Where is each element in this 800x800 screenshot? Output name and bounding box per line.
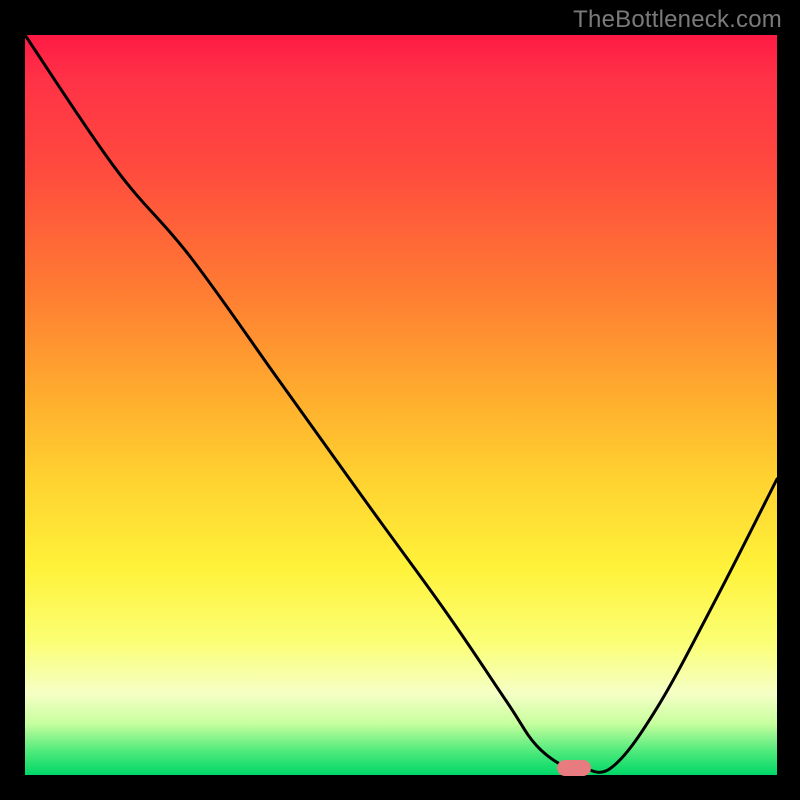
optimal-marker [557, 760, 591, 776]
bottleneck-curve [25, 35, 777, 775]
watermark-text: TheBottleneck.com [573, 6, 782, 34]
plot-area [25, 35, 777, 775]
chart-frame: TheBottleneck.com [0, 0, 800, 800]
